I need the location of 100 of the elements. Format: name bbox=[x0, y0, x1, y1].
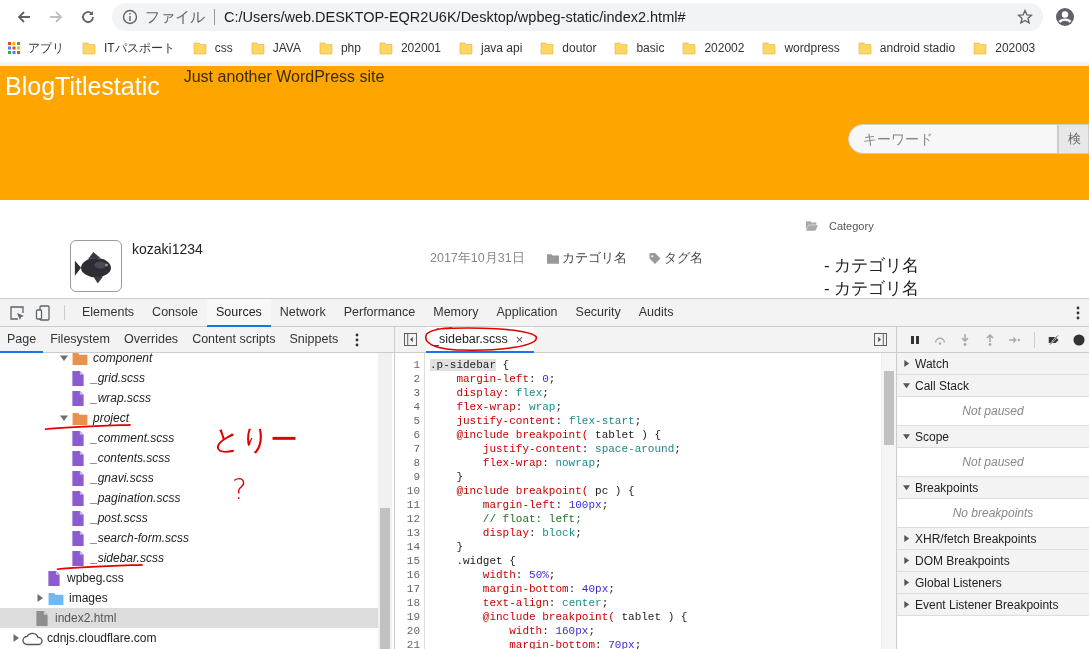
bookmark-folder[interactable]: 202001 bbox=[378, 41, 441, 55]
folder-icon bbox=[250, 41, 265, 55]
expand-arrow-icon[interactable] bbox=[12, 634, 20, 642]
bookmark-folder[interactable]: basic bbox=[614, 41, 665, 55]
tree-item[interactable]: wpbeg.css bbox=[0, 568, 128, 588]
more-icon[interactable] bbox=[355, 332, 360, 347]
bookmark-folder[interactable]: css bbox=[192, 41, 233, 55]
tree-item[interactable]: _wrap.scss bbox=[0, 388, 156, 408]
bookmark-folder[interactable]: JAVA bbox=[250, 41, 301, 55]
toggle-debugger-icon[interactable] bbox=[874, 333, 887, 346]
expand-arrow-icon[interactable] bbox=[903, 484, 910, 491]
expand-arrow-icon[interactable] bbox=[903, 535, 910, 542]
url-text: C:/Users/web.DESKTOP-EQR2U6K/Desktop/wpbeg-static/index2.html# bbox=[224, 9, 687, 25]
bookmark-folder[interactable]: ITパスポート bbox=[82, 39, 175, 57]
inspect-icon[interactable] bbox=[9, 304, 25, 321]
tree-item[interactable]: index2.html bbox=[0, 608, 378, 628]
bookmark-folder[interactable]: java api bbox=[459, 41, 523, 55]
line-number: 16 bbox=[406, 568, 420, 582]
code-line: .widget { bbox=[455, 554, 517, 568]
tree-item[interactable]: _sidebar.scss bbox=[0, 548, 168, 568]
bookmark-folder[interactable]: 202003 bbox=[973, 41, 1036, 55]
tree-item[interactable]: images bbox=[0, 588, 112, 608]
devtools-tab[interactable]: Elements bbox=[73, 299, 144, 327]
tree-item[interactable]: _comment.scss bbox=[0, 428, 179, 448]
expand-arrow-icon[interactable] bbox=[36, 594, 44, 602]
section-header[interactable]: XHR/fetch Breakpoints bbox=[897, 528, 1089, 550]
close-icon[interactable]: × bbox=[515, 331, 524, 347]
category-link[interactable]: カテゴリ名 bbox=[561, 250, 627, 267]
pause-icon[interactable] bbox=[909, 333, 921, 346]
navigator-tab[interactable]: Page bbox=[0, 327, 44, 353]
author-name: kozaki1234 bbox=[132, 241, 203, 259]
section-header[interactable]: Call Stack bbox=[897, 375, 1089, 397]
expand-arrow-icon[interactable] bbox=[903, 360, 910, 367]
tree-item[interactable]: _post.scss bbox=[0, 508, 152, 528]
section-header[interactable]: DOM Breakpoints bbox=[897, 550, 1089, 572]
tree-item[interactable]: _grid.scss bbox=[0, 368, 150, 388]
deactivate-breakpoints-icon[interactable] bbox=[1048, 333, 1060, 346]
code-line: margin-bottom: 40px; bbox=[481, 582, 616, 596]
scrollbar[interactable] bbox=[378, 353, 392, 649]
bookmark-folder[interactable]: doutor bbox=[540, 41, 597, 55]
devtools-tab[interactable]: Sources bbox=[207, 299, 271, 327]
tree-item[interactable]: cdnjs.cloudflare.com bbox=[0, 628, 161, 648]
account-icon[interactable] bbox=[1055, 7, 1075, 27]
devtools-tab[interactable]: Audits bbox=[629, 299, 683, 327]
more-icon[interactable] bbox=[1076, 305, 1080, 320]
tree-item[interactable]: _pagination.scss bbox=[0, 488, 185, 508]
tree-item[interactable]: project bbox=[0, 408, 134, 428]
navigator-tab[interactable]: Snippets bbox=[282, 327, 346, 353]
devtools-tab[interactable]: Performance bbox=[334, 299, 425, 327]
expand-arrow-icon[interactable] bbox=[903, 382, 910, 389]
tree-item[interactable]: _search-form.scss bbox=[0, 528, 194, 548]
section-header[interactable]: Scope bbox=[897, 426, 1089, 448]
scrollbar[interactable] bbox=[881, 353, 896, 649]
tag-link[interactable]: タグ名 bbox=[663, 250, 703, 267]
back-icon[interactable] bbox=[16, 9, 32, 25]
toggle-navigator-icon[interactable] bbox=[404, 333, 417, 346]
tree-item[interactable]: _gnavi.scss bbox=[0, 468, 158, 488]
device-icon[interactable] bbox=[35, 304, 51, 321]
expand-arrow-icon[interactable] bbox=[903, 557, 910, 564]
expand-arrow-icon[interactable] bbox=[60, 414, 68, 422]
empty-message: No breakpoints bbox=[952, 506, 1034, 520]
bookmark-folder[interactable]: 202002 bbox=[682, 41, 745, 55]
navigator-tab[interactable]: Content scripts bbox=[185, 327, 283, 353]
code-line: text-align: center; bbox=[481, 596, 610, 610]
post-date: 2017年10月31日 bbox=[430, 250, 525, 267]
expand-arrow-icon[interactable] bbox=[60, 354, 68, 362]
category-link[interactable]: - カテゴリ名 bbox=[806, 254, 1089, 277]
code-line: width: 160px; bbox=[508, 624, 597, 638]
tree-item[interactable]: _contents.scss bbox=[0, 448, 175, 468]
search-button[interactable]: 検 bbox=[1058, 124, 1089, 154]
reload-icon[interactable] bbox=[80, 9, 96, 25]
section-header[interactable]: Breakpoints bbox=[897, 477, 1089, 499]
category-link[interactable]: - カテゴリ名 bbox=[806, 277, 1089, 298]
section-header[interactable]: Global Listeners bbox=[897, 572, 1089, 594]
bookmark-folder[interactable]: php bbox=[318, 41, 361, 55]
line-number: 18 bbox=[406, 596, 420, 610]
pause-on-exceptions-icon[interactable] bbox=[1073, 333, 1085, 346]
apps-shortcut[interactable]: アプリ bbox=[8, 39, 64, 57]
devtools-tab[interactable]: Security bbox=[566, 299, 630, 327]
search-field[interactable]: キーワード bbox=[848, 124, 1058, 154]
line-number: 20 bbox=[406, 624, 420, 638]
section-header[interactable]: Event Listener Breakpoints bbox=[897, 594, 1089, 616]
folder-icon bbox=[540, 41, 555, 55]
line-number: 19 bbox=[406, 610, 420, 624]
section-header[interactable]: Watch bbox=[897, 353, 1089, 375]
bookmark-folder[interactable]: wordpress bbox=[762, 41, 840, 55]
devtools-tab[interactable]: Network bbox=[270, 299, 335, 327]
line-number: 17 bbox=[406, 582, 420, 596]
devtools-tab[interactable]: Memory bbox=[424, 299, 488, 327]
bookmark-folder[interactable]: android stadio bbox=[857, 41, 956, 55]
devtools-tab[interactable]: Console bbox=[143, 299, 207, 327]
devtools-tab[interactable]: Application bbox=[487, 299, 567, 327]
expand-arrow-icon[interactable] bbox=[903, 601, 910, 608]
expand-arrow-icon[interactable] bbox=[903, 579, 910, 586]
star-icon[interactable] bbox=[1017, 9, 1033, 25]
address-bar[interactable]: ファイル C:/Users/web.DESKTOP-EQR2U6K/Desktop/wpbeg-static/index2.html# bbox=[112, 3, 1043, 31]
expand-arrow-icon[interactable] bbox=[903, 433, 910, 440]
cloud-icon bbox=[22, 630, 44, 646]
code-line: width: 50%; bbox=[481, 568, 557, 582]
info-icon[interactable] bbox=[122, 9, 138, 25]
